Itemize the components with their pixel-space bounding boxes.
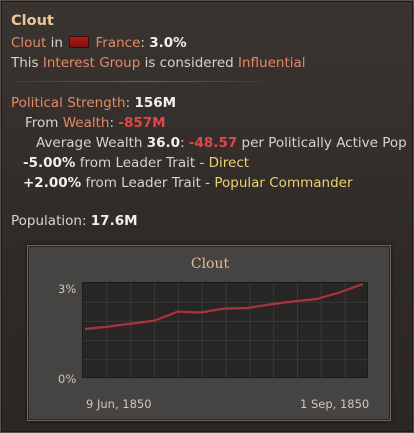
france-flag-icon [69,36,90,48]
population-label: Population [11,213,82,229]
status-influential[interactable]: Influential [238,55,306,71]
average-wealth-line: Average Wealth 36.0: -48.57 per Politica… [36,135,407,151]
trait-popular-commander-line: +2.00% from Leader Trait - Popular Comma… [23,175,353,191]
considered-text: is considered [144,55,234,71]
trait1-name[interactable]: Direct [209,155,249,171]
this-text: This [11,55,39,71]
chart-svg [83,282,369,379]
political-strength-line: Political Strength: 156M [11,95,177,111]
population-value: 17.6M [90,213,138,229]
clout-label: Clout [11,35,47,51]
trait2-name[interactable]: Popular Commander [214,175,352,191]
tooltip-panel: Clout Clout in France: 3.0% This Interes… [0,0,414,433]
y-tick-top: 3% [58,282,77,296]
country-name[interactable]: France [96,35,141,51]
clout-line: Clout in France: 3.0% [11,35,187,51]
clout-value: 3.0% [149,35,187,51]
political-strength-value: 156M [134,95,177,111]
wealth-value: -857M [118,115,166,131]
in-word: in [50,35,63,51]
trait2-label: from Leader Trait - [85,175,211,191]
x-tick-start: 9 Jun, 1850 [86,397,152,411]
x-tick-end: 1 Sep, 1850 [300,397,370,411]
from-label: From [25,115,59,131]
average-wealth-value: 36.0 [146,135,181,151]
population-line: Population: 17.6M [11,213,138,229]
average-wealth-label: Average Wealth [36,135,143,151]
interest-group-link[interactable]: Interest Group [43,55,140,71]
wealth-label[interactable]: Wealth [63,115,110,131]
average-wealth-suffix: per Politically Active Pop [241,135,407,151]
chart-title: Clout [190,256,230,272]
tooltip-title: Clout [11,13,54,29]
influence-line: This Interest Group is considered Influe… [11,55,306,71]
average-wealth-delta: -48.57 [188,135,238,151]
divider [11,81,271,82]
political-strength-label[interactable]: Political Strength [11,95,126,111]
wealth-line: From Wealth: -857M [25,115,166,131]
y-tick-bottom: 0% [58,372,77,386]
clout-chart: Clout 3% 0% 9 Jun, 1850 1 Sep, 1850 [27,245,391,421]
trait1-value: -5.00% [23,155,76,171]
chart-plot-area [82,282,369,379]
trait-direct-line: -5.00% from Leader Trait - Direct [23,155,249,171]
trait2-value: +2.00% [23,175,82,191]
trait1-label: from Leader Trait - [79,155,205,171]
